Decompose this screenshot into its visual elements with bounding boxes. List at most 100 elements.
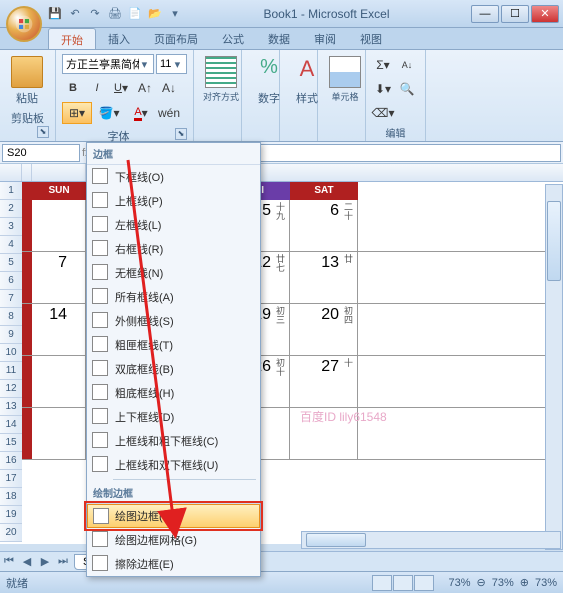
calendar-cell[interactable] [32,356,86,407]
row-header[interactable]: 9 [0,326,22,344]
row-header[interactable]: 10 [0,344,22,362]
tab-nav-first[interactable]: ⏮ [0,553,18,571]
row-header[interactable]: 4 [0,236,22,254]
borders-button[interactable]: ⊞▾ [62,102,92,124]
grow-font-button[interactable]: A↑ [134,77,156,99]
calendar-cell[interactable]: 20初四 [290,304,358,355]
border-menu-item[interactable]: 擦除边框(E) [87,552,260,576]
undo-icon[interactable]: ↶ [66,5,84,23]
font-launcher[interactable]: ⬊ [175,128,187,140]
font-name-combo[interactable]: 方正兰亭黑简体▾ [62,54,154,74]
fill-button[interactable]: ⬇▾ [372,78,394,100]
print-icon[interactable]: 🖨 [106,5,124,23]
vertical-scrollbar[interactable] [545,184,563,550]
sum-button[interactable]: Σ▾ [372,54,394,76]
border-menu-item[interactable]: 右框线(R) [87,237,260,261]
tab-nav-prev[interactable]: ◀ [18,553,36,571]
row-header[interactable]: 5 [0,254,22,272]
border-menu-item[interactable]: 外侧框线(S) [87,309,260,333]
tab-nav-next[interactable]: ▶ [36,553,54,571]
border-menu-item[interactable]: 绘图边框网格(G) [87,528,260,552]
row-header[interactable]: 11 [0,362,22,380]
tab-formulas[interactable]: 公式 [210,28,256,49]
border-menu-item[interactable]: 绘图边框(W) [87,504,260,528]
tab-data[interactable]: 数据 [256,28,302,49]
border-menu-item[interactable]: 粗底框线(H) [87,381,260,405]
tab-nav-last[interactable]: ⏭ [54,553,72,571]
border-menu-item[interactable]: 上框线和双下框线(U) [87,453,260,477]
row-header[interactable]: 6 [0,272,22,290]
row-header[interactable]: 8 [0,308,22,326]
zoom-level[interactable]: 73% [448,577,470,589]
calendar-cell[interactable]: 13廿 [290,252,358,303]
border-menu-item[interactable]: 所有框线(A) [87,285,260,309]
alignment-button[interactable]: 对齐方式 [200,54,242,105]
scroll-thumb[interactable] [547,201,561,281]
paste-button[interactable]: 粘贴 [6,54,48,108]
italic-button[interactable]: I [86,77,108,99]
border-menu-item[interactable]: 上框线和粗下框线(C) [87,429,260,453]
worksheet[interactable]: 1234567891011121314151617181920 SUNEDTHU… [0,164,563,544]
fill-color-button[interactable]: 🪣▾ [94,102,124,124]
cells-button[interactable]: 单元格 [324,54,366,105]
qat-more-icon[interactable]: ▾ [166,5,184,23]
row-header[interactable]: 12 [0,380,22,398]
underline-button[interactable]: U▾ [110,77,132,99]
border-menu-item[interactable]: 粗匣框线(T) [87,333,260,357]
view-layout-button[interactable] [393,575,413,591]
border-menu-item[interactable]: 下框线(O) [87,165,260,189]
row-header[interactable]: 18 [0,488,22,506]
find-button[interactable]: 🔍 [396,78,418,100]
bold-button[interactable]: B [62,77,84,99]
calendar-cell[interactable]: 27十 [290,356,358,407]
office-button[interactable] [6,6,42,42]
col-b[interactable] [32,164,86,181]
border-menu-item[interactable]: 无框线(N) [87,261,260,285]
calendar-cell[interactable] [32,200,86,251]
row-header[interactable]: 1 [0,182,22,200]
row-header[interactable]: 20 [0,524,22,542]
zoom-in-button[interactable]: ⊕ [520,576,529,589]
row-header[interactable]: 14 [0,416,22,434]
tab-layout[interactable]: 页面布局 [142,28,210,49]
save-icon[interactable]: 💾 [46,5,64,23]
tab-view[interactable]: 视图 [348,28,394,49]
redo-icon[interactable]: ↷ [86,5,104,23]
view-break-button[interactable] [414,575,434,591]
row-header[interactable]: 16 [0,452,22,470]
row-header[interactable]: 19 [0,506,22,524]
calendar-cell[interactable]: 14 [32,304,86,355]
border-menu-item[interactable]: 左框线(L) [87,213,260,237]
row-header[interactable]: 2 [0,200,22,218]
row-header[interactable]: 17 [0,470,22,488]
select-all-corner[interactable] [0,164,22,181]
calendar-cell[interactable] [32,408,86,459]
clear-button[interactable]: ⌫▾ [372,102,394,124]
zoom-out-button[interactable]: ⊖ [477,576,486,589]
close-button[interactable]: ✕ [531,5,559,23]
minimize-button[interactable]: — [471,5,499,23]
font-color-button[interactable]: A▾ [126,102,156,124]
open-icon[interactable]: 📂 [146,5,164,23]
calendar-cell[interactable]: 6二十 [290,200,358,251]
row-header[interactable]: 15 [0,434,22,452]
calendar-cell[interactable]: 7 [32,252,86,303]
border-menu-item[interactable]: 上框线(P) [87,189,260,213]
row-header[interactable]: 3 [0,218,22,236]
tab-insert[interactable]: 插入 [96,28,142,49]
scroll-thumb[interactable] [306,533,366,547]
tab-review[interactable]: 审阅 [302,28,348,49]
row-header[interactable]: 7 [0,290,22,308]
col-a[interactable] [22,164,32,181]
calendar-cell[interactable] [290,408,358,459]
view-normal-button[interactable] [372,575,392,591]
shrink-font-button[interactable]: A↓ [158,77,180,99]
tab-home[interactable]: 开始 [48,28,96,49]
row-header[interactable]: 13 [0,398,22,416]
maximize-button[interactable]: ☐ [501,5,529,23]
border-menu-item[interactable]: 双底框线(B) [87,357,260,381]
font-size-combo[interactable]: 11▾ [156,54,187,74]
clipboard-launcher[interactable]: ⬊ [37,126,49,138]
phonetic-button[interactable]: wén [158,102,180,124]
border-menu-item[interactable]: 上下框线(D) [87,405,260,429]
